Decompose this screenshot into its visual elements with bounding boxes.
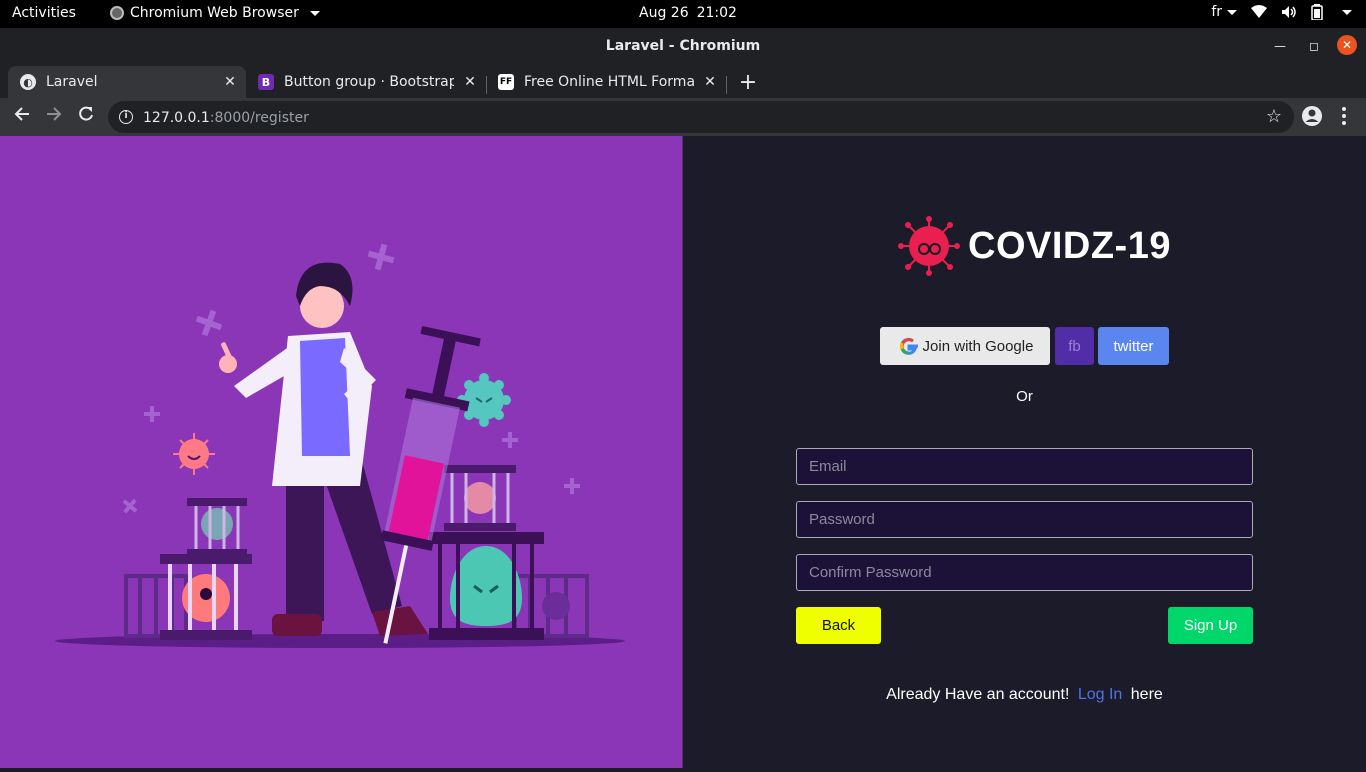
register-panel: COVIDZ-19 Join with Google fb twitter Or…: [683, 136, 1366, 768]
profile-button[interactable]: [1301, 105, 1323, 131]
close-tab-icon[interactable]: ✕: [702, 74, 718, 90]
keyboard-layout-label: fr: [1211, 4, 1222, 20]
tab-html-formatter[interactable]: FF Free Online HTML Format ✕: [486, 66, 726, 98]
account-icon: [1302, 106, 1322, 126]
tab-laravel[interactable]: ◐ Laravel ✕: [8, 66, 246, 98]
web-page: COVIDZ-19 Join with Google fb twitter Or…: [0, 136, 1366, 768]
tab-label: Laravel: [46, 74, 98, 90]
arrow-left-icon: [14, 107, 29, 121]
window-title-bar: Laravel - Chromium — ◻ ✕: [0, 28, 1366, 64]
new-tab-button[interactable]: +: [736, 66, 760, 98]
illustration-panel: [0, 136, 683, 768]
close-tab-icon[interactable]: ✕: [222, 74, 238, 90]
system-tray[interactable]: fr: [1211, 4, 1352, 20]
signup-button[interactable]: Sign Up: [1168, 607, 1253, 644]
clock[interactable]: Aug 26 21:02: [639, 5, 745, 21]
chromium-icon: [110, 6, 124, 20]
window-title: Laravel - Chromium: [605, 38, 761, 54]
address-bar[interactable]: i 127.0.0.1:8000/register ☆: [108, 101, 1294, 133]
url-text[interactable]: 127.0.0.1:8000/register: [143, 110, 309, 126]
email-field[interactable]: [796, 448, 1253, 485]
login-prompt-text: Already Have an account!: [886, 686, 1070, 703]
tab-divider: [726, 76, 727, 94]
maximize-button[interactable]: ◻: [1304, 36, 1324, 56]
google-button-label: Join with Google: [922, 337, 1034, 355]
password-field[interactable]: [796, 501, 1253, 538]
globe-icon: ◐: [20, 74, 36, 90]
keyboard-layout-indicator[interactable]: fr: [1211, 4, 1237, 20]
google-signup-button[interactable]: Join with Google: [880, 327, 1050, 365]
virus-logo-icon: [898, 216, 960, 276]
tab-label: Free Online HTML Format: [524, 74, 694, 90]
reload-button[interactable]: [74, 105, 98, 129]
chevron-down-icon: [1342, 9, 1352, 15]
brand-logo: COVIDZ-19: [898, 216, 1171, 276]
activities-button[interactable]: Activities: [12, 5, 76, 21]
clock-time: 21:02: [696, 5, 737, 21]
bookmark-star-icon[interactable]: ☆: [1266, 106, 1282, 127]
wifi-icon: [1251, 5, 1267, 18]
battery-icon: [1311, 4, 1323, 20]
doctor-vaccine-illustration: [55, 243, 625, 648]
kebab-menu-icon: [1342, 107, 1346, 125]
forward-nav-button[interactable]: [42, 105, 66, 129]
minimize-button[interactable]: —: [1270, 36, 1290, 56]
login-prompt: Already Have an account! Log In here: [683, 686, 1366, 704]
google-icon: [899, 337, 918, 355]
clock-date: Aug 26: [639, 5, 689, 21]
volume-icon: [1282, 6, 1296, 18]
app-menu-label: Chromium Web Browser: [130, 5, 299, 21]
login-prompt-suffix: here: [1130, 686, 1163, 703]
tab-strip: ◐ Laravel ✕ B Button group · Bootstrap ✕…: [0, 64, 1366, 98]
system-top-bar: Activities Chromium Web Browser Aug 26 21…: [0, 0, 1366, 28]
close-window-button[interactable]: ✕: [1337, 35, 1357, 55]
app-menu[interactable]: Chromium Web Browser: [110, 5, 320, 21]
back-nav-button[interactable]: [10, 105, 34, 129]
tab-label: Button group · Bootstrap: [284, 74, 454, 90]
site-info-icon[interactable]: i: [119, 110, 133, 124]
tab-bootstrap[interactable]: B Button group · Bootstrap ✕: [246, 66, 486, 98]
brand-name: COVIDZ-19: [968, 224, 1171, 267]
url-host: 127.0.0.1: [143, 110, 210, 126]
facebook-signup-button[interactable]: fb: [1055, 327, 1094, 365]
close-tab-icon[interactable]: ✕: [462, 74, 478, 90]
chevron-down-icon: [1227, 9, 1237, 15]
bootstrap-icon: B: [258, 74, 274, 90]
login-link[interactable]: Log In: [1078, 686, 1122, 703]
twitter-signup-button[interactable]: twitter: [1098, 327, 1169, 365]
browser-toolbar: i 127.0.0.1:8000/register ☆: [0, 98, 1366, 136]
back-button[interactable]: Back: [796, 607, 881, 644]
reload-icon: [79, 106, 93, 121]
ff-icon: FF: [498, 74, 514, 90]
or-divider-text: Or: [1016, 388, 1033, 405]
chevron-down-icon: [309, 10, 320, 16]
plus-icon: +: [738, 69, 758, 95]
url-path: :8000/register: [209, 110, 309, 126]
arrow-right-icon: [47, 107, 62, 121]
browser-menu-button[interactable]: [1337, 105, 1351, 131]
confirm-password-field[interactable]: [796, 554, 1253, 591]
